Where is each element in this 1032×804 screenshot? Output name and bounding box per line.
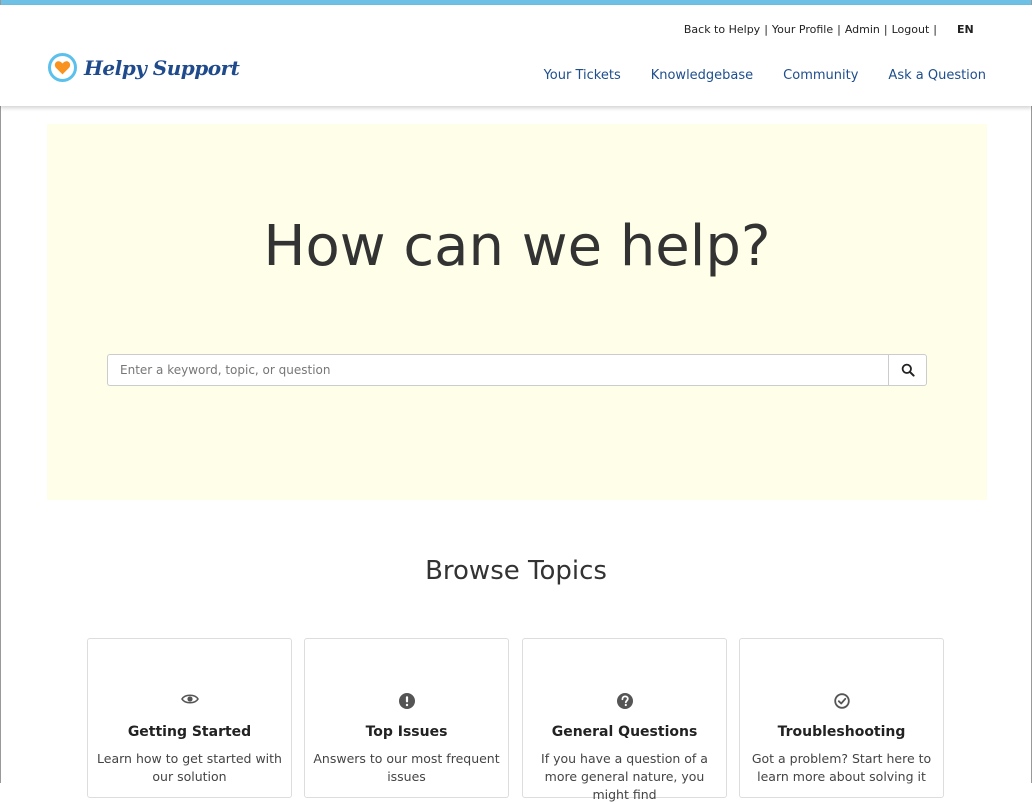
check-circle-icon <box>833 693 850 709</box>
question-icon <box>616 693 633 709</box>
topic-card-troubleshooting[interactable]: Troubleshooting Got a problem? Start her… <box>739 638 944 798</box>
utility-nav: Back to Helpy | Your Profile | Admin | Logout | <box>684 23 941 36</box>
eye-icon <box>180 694 199 704</box>
card-title: Top Issues <box>365 724 448 740</box>
card-title: Getting Started <box>127 724 252 740</box>
topic-card-general-questions[interactable]: General Questions If you have a question… <box>522 638 727 802</box>
site-header: Back to Helpy | Your Profile | Admin | Logout |… <box>0 5 1032 106</box>
topic-cards: Getting Started Learn how to get started… <box>87 638 947 802</box>
hero-title: How can we help? <box>263 214 771 279</box>
search-input[interactable] <box>107 354 888 386</box>
separator: | <box>883 23 888 36</box>
card-description: If you have a question of a more general… <box>541 751 708 802</box>
heart-icon <box>48 53 77 82</box>
window-border-left <box>0 0 1 783</box>
browse-topics-heading: Browse Topics <box>425 556 607 586</box>
nav-ask-a-question[interactable]: Ask a Question <box>888 68 986 83</box>
card-description: Answers to our most frequent issues <box>313 751 500 784</box>
search-bar <box>107 354 927 386</box>
separator: | <box>933 23 937 36</box>
admin-link[interactable]: Admin <box>845 23 880 36</box>
search-button[interactable] <box>888 354 927 386</box>
separator: | <box>764 23 768 36</box>
card-title: Troubleshooting <box>777 724 906 740</box>
brand-name: Helpy Support <box>84 55 240 80</box>
nav-your-tickets[interactable]: Your Tickets <box>544 68 621 83</box>
your-profile-link[interactable]: Your Profile <box>772 23 833 36</box>
brand-logo[interactable]: Helpy Support <box>48 53 240 82</box>
topic-card-top-issues[interactable]: Top Issues Answers to our most frequent … <box>304 638 509 798</box>
card-description: Got a problem? Start here to learn more … <box>751 751 932 784</box>
card-description: Learn how to get started with our soluti… <box>97 751 282 784</box>
separator: | <box>837 23 841 36</box>
back-to-helpy-link[interactable]: Back to Helpy <box>684 23 760 36</box>
main-nav: Your Tickets Knowledgebase Community Ask… <box>544 68 986 83</box>
exclamation-icon <box>398 693 415 709</box>
card-title: General Questions <box>551 724 698 740</box>
search-icon <box>901 363 915 377</box>
nav-knowledgebase[interactable]: Knowledgebase <box>651 68 753 83</box>
logout-link[interactable]: Logout <box>892 23 930 36</box>
language-selector[interactable]: EN <box>957 23 974 36</box>
nav-community[interactable]: Community <box>783 68 858 83</box>
topic-card-getting-started[interactable]: Getting Started Learn how to get started… <box>87 638 292 798</box>
hero-section: How can we help? <box>47 124 987 500</box>
